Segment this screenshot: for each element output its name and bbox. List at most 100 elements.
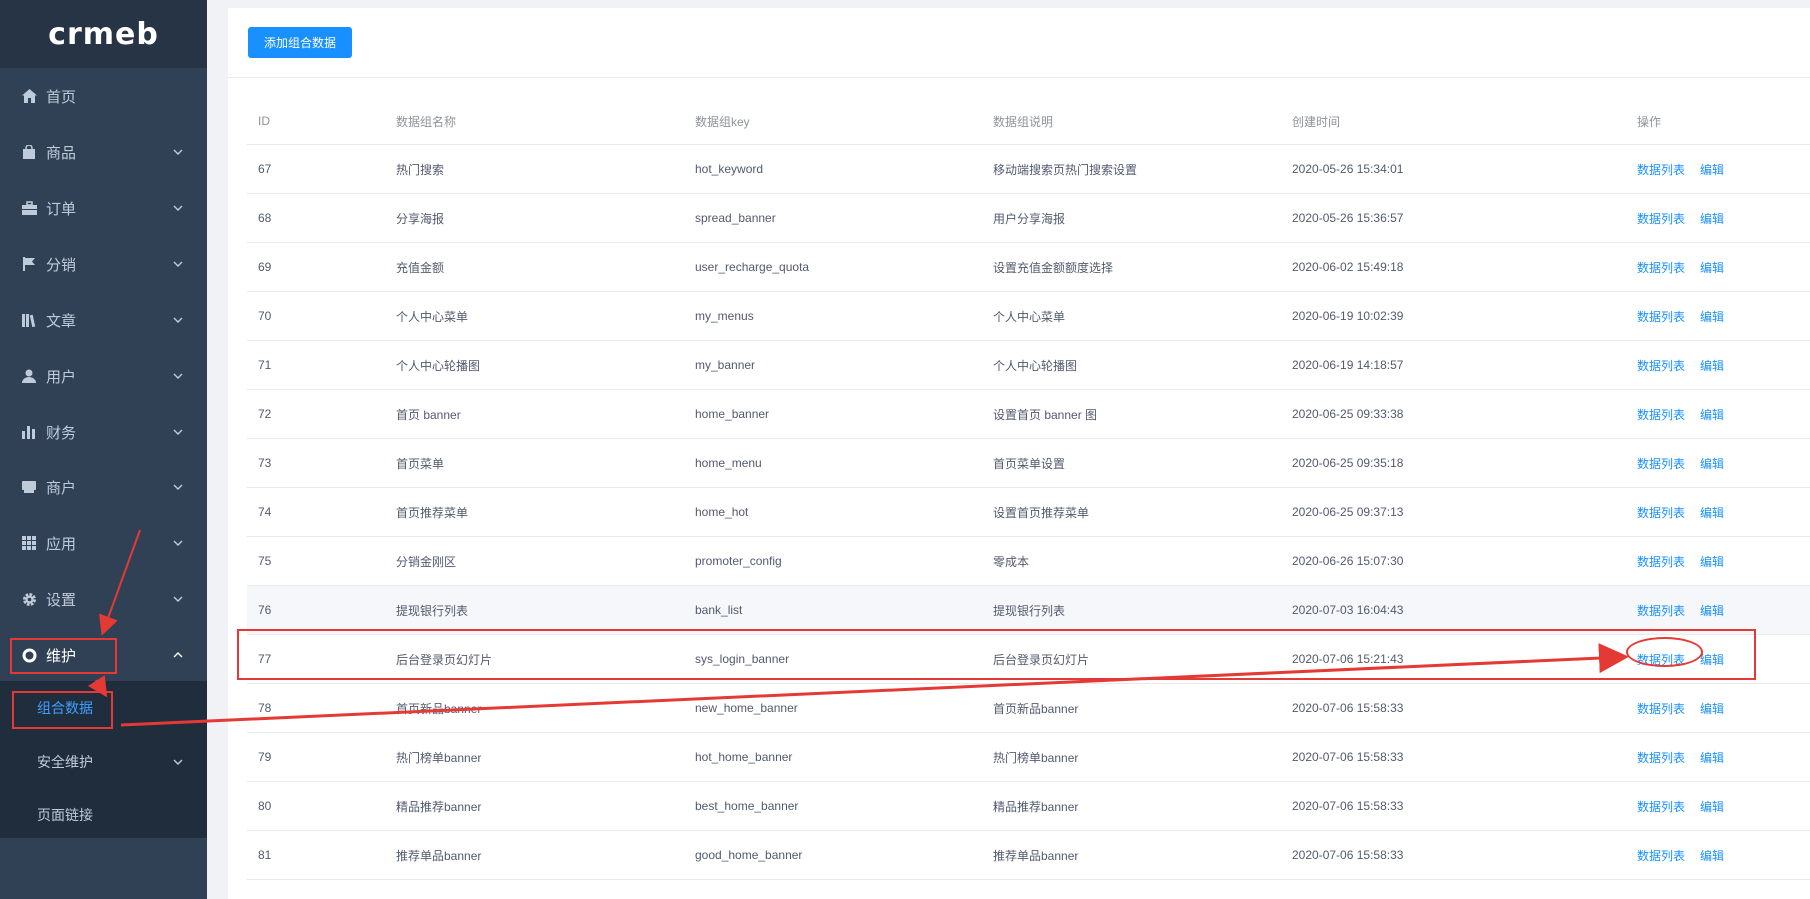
sidebar-item-label: 应用 [46, 535, 77, 553]
cell-name: 首页推荐菜单 [396, 505, 469, 520]
data-list-link[interactable]: 数据列表 [1637, 406, 1685, 423]
column-header-key: 数据组key [695, 114, 750, 129]
data-list-link[interactable]: 数据列表 [1637, 308, 1685, 325]
data-list-link[interactable]: 数据列表 [1637, 602, 1685, 619]
data-list-link[interactable]: 数据列表 [1637, 455, 1685, 472]
data-list-link[interactable]: 数据列表 [1637, 161, 1685, 178]
main-panel: 添加组合数据 ID 数据组名称 数据组key 数据组说明 创建时间 操作 67 热… [228, 8, 1810, 899]
edit-link[interactable]: 编辑 [1700, 651, 1724, 668]
edit-link[interactable]: 编辑 [1700, 161, 1724, 178]
edit-link[interactable]: 编辑 [1700, 308, 1724, 325]
sidebar-subitem-combined-data[interactable]: 组合数据 [0, 688, 207, 728]
edit-link[interactable]: 编辑 [1700, 700, 1724, 717]
edit-link[interactable]: 编辑 [1700, 602, 1724, 619]
sidebar-item-settings[interactable]: 设置 [0, 579, 207, 619]
sidebar-item-articles[interactable]: 文章 [0, 300, 207, 340]
cell-created-time: 2020-06-25 09:37:13 [1292, 505, 1404, 519]
chevron-down-icon [173, 540, 183, 546]
data-list-link[interactable]: 数据列表 [1637, 798, 1685, 815]
sidebar-subitem-label: 组合数据 [37, 700, 93, 716]
data-list-link[interactable]: 数据列表 [1637, 749, 1685, 766]
sidebar-item-maintenance[interactable]: 维护 [0, 635, 207, 675]
table-row: 80 精品推荐banner best_home_banner 精品推荐banner 20… [247, 782, 1810, 831]
table-row: 79 热门榜单banner hot_home_banner 热门榜单banner 202… [247, 733, 1810, 782]
sidebar-subitem-security[interactable]: 安全维护 [0, 742, 207, 782]
edit-link[interactable]: 编辑 [1700, 357, 1724, 374]
cell-description: 设置充值金额额度选择 [993, 260, 1114, 275]
cell-name: 充值金额 [396, 260, 445, 275]
data-list-link[interactable]: 数据列表 [1637, 847, 1685, 864]
table-header: ID 数据组名称 数据组key 数据组说明 创建时间 操作 [247, 98, 1810, 145]
chevron-down-icon [173, 149, 183, 155]
add-combined-data-button[interactable]: 添加组合数据 [248, 27, 352, 58]
data-list-link[interactable]: 数据列表 [1637, 700, 1685, 717]
column-header-actions: 操作 [1637, 114, 1662, 129]
grid-icon [21, 535, 37, 551]
data-list-link[interactable]: 数据列表 [1637, 504, 1685, 521]
cell-name: 首页菜单 [396, 456, 445, 471]
sidebar-item-label: 维护 [46, 647, 77, 665]
table-row: 69 充值金额 user_recharge_quota 设置充值金额额度选择 2020-… [247, 243, 1810, 292]
data-list-link[interactable]: 数据列表 [1637, 553, 1685, 570]
cell-created-time: 2020-05-26 15:34:01 [1292, 162, 1404, 176]
cell-actions: 数据列表 编辑 [1637, 194, 1724, 242]
cell-created-time: 2020-06-25 09:33:38 [1292, 407, 1404, 421]
cell-description: 首页新品banner [993, 701, 1079, 716]
edit-link[interactable]: 编辑 [1700, 259, 1724, 276]
edit-link[interactable]: 编辑 [1700, 504, 1724, 521]
table-row: 67 热门搜索 hot_keyword 移动端搜索页热门搜索设置 2020-05-26 … [247, 145, 1810, 194]
cell-created-time: 2020-06-26 15:07:30 [1292, 554, 1404, 568]
cell-name: 个人中心菜单 [396, 309, 469, 324]
cell-id: 71 [258, 358, 272, 372]
sidebar-item-distribution[interactable]: 分销 [0, 244, 207, 284]
data-table: ID 数据组名称 数据组key 数据组说明 创建时间 操作 67 热门搜索 hot_… [247, 98, 1810, 880]
cell-id: 68 [258, 211, 272, 225]
cell-created-time: 2020-06-19 10:02:39 [1292, 309, 1404, 323]
sidebar-item-label: 订单 [46, 200, 77, 218]
sidebar-item-label: 设置 [46, 591, 77, 609]
sidebar-item-goods[interactable]: 商品 [0, 132, 207, 172]
cell-actions: 数据列表 编辑 [1637, 635, 1724, 683]
sidebar-item-finance[interactable]: 财务 [0, 412, 207, 452]
cell-description: 移动端搜索页热门搜索设置 [993, 162, 1138, 177]
cell-name: 热门榜单banner [396, 750, 482, 765]
sidebar-item-home[interactable]: 首页 [0, 76, 207, 116]
sidebar-item-label: 商户 [46, 479, 77, 497]
cell-id: 70 [258, 309, 272, 323]
edit-link[interactable]: 编辑 [1700, 210, 1724, 227]
cell-actions: 数据列表 编辑 [1637, 684, 1724, 732]
column-header-name: 数据组名称 [396, 114, 457, 129]
chevron-down-icon [173, 205, 183, 211]
sidebar-item-label: 首页 [46, 88, 77, 106]
sidebar-item-users[interactable]: 用户 [0, 356, 207, 396]
logo[interactable]: crmeb [0, 0, 207, 68]
sidebar-item-merchants[interactable]: 商户 [0, 467, 207, 507]
cell-created-time: 2020-07-03 16:04:43 [1292, 603, 1404, 617]
briefcase-icon [21, 200, 37, 216]
cell-key: my_banner [695, 358, 756, 372]
sidebar-subitem-page-links[interactable]: 页面链接 [0, 795, 207, 835]
cell-id: 73 [258, 456, 272, 470]
edit-link[interactable]: 编辑 [1700, 749, 1724, 766]
data-list-link[interactable]: 数据列表 [1637, 357, 1685, 374]
data-list-link[interactable]: 数据列表 [1637, 651, 1685, 668]
edit-link[interactable]: 编辑 [1700, 406, 1724, 423]
data-list-link[interactable]: 数据列表 [1637, 259, 1685, 276]
cell-name: 热门搜索 [396, 162, 445, 177]
chevron-down-icon [173, 261, 183, 267]
edit-link[interactable]: 编辑 [1700, 798, 1724, 815]
table-row: 76 提现银行列表 bank_list 提现银行列表 2020-07-03 16:04:… [247, 586, 1810, 635]
sidebar-item-orders[interactable]: 订单 [0, 188, 207, 228]
table-row: 74 首页推荐菜单 home_hot 设置首页推荐菜单 2020-06-25 09:37… [247, 488, 1810, 537]
sidebar-item-apps[interactable]: 应用 [0, 523, 207, 563]
data-list-link[interactable]: 数据列表 [1637, 210, 1685, 227]
cell-id: 72 [258, 407, 272, 421]
cell-key: best_home_banner [695, 799, 799, 813]
edit-link[interactable]: 编辑 [1700, 847, 1724, 864]
sidebar-item-label: 财务 [46, 424, 77, 442]
cell-id: 76 [258, 603, 272, 617]
edit-link[interactable]: 编辑 [1700, 553, 1724, 570]
edit-link[interactable]: 编辑 [1700, 455, 1724, 472]
cell-name: 首页 banner [396, 407, 461, 422]
cell-name: 分销金刚区 [396, 554, 457, 569]
